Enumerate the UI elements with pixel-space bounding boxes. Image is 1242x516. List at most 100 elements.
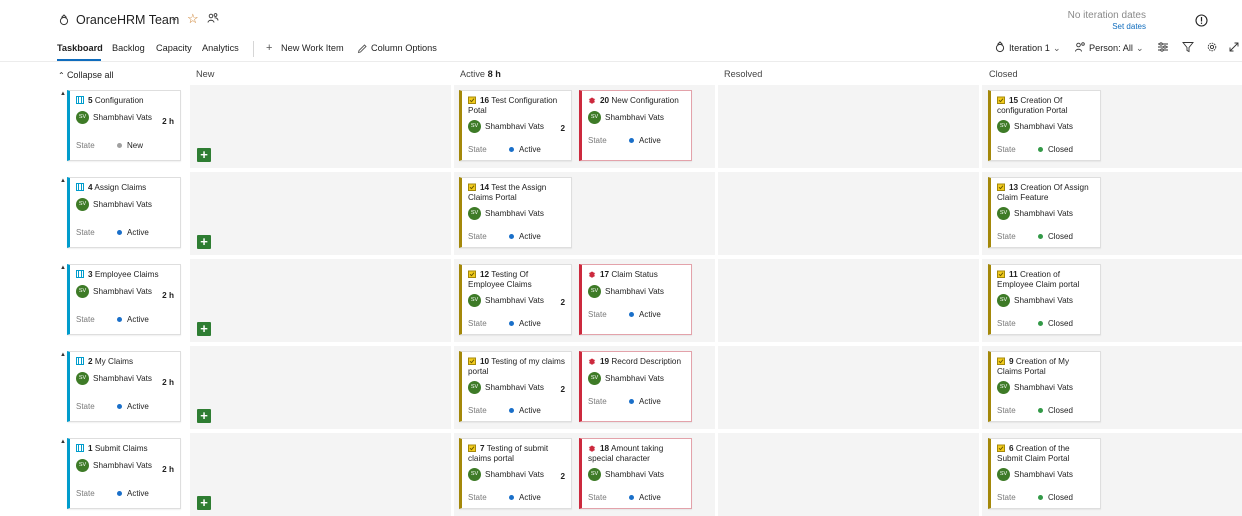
work-item-title[interactable]: Claim Status bbox=[611, 270, 657, 279]
bug-card[interactable]: 17 Claim Status SV Shambhavi Vats State Acti… bbox=[579, 264, 692, 335]
avatar[interactable]: SV bbox=[76, 198, 89, 211]
state-value[interactable]: Active bbox=[509, 145, 541, 154]
work-item-id[interactable]: 10 bbox=[480, 357, 489, 366]
bug-card[interactable]: 19 Record Description SV Shambhavi Vats Sta… bbox=[579, 351, 692, 422]
work-item-id[interactable]: 9 bbox=[1009, 357, 1014, 366]
avatar[interactable]: SV bbox=[997, 468, 1010, 481]
state-value[interactable]: Active bbox=[117, 228, 149, 237]
bug-card[interactable]: 18 Amount taking special character SV Sham… bbox=[579, 438, 692, 509]
chevron-down-icon[interactable]: ⌄ bbox=[170, 13, 178, 24]
avatar[interactable]: SV bbox=[76, 285, 89, 298]
remaining-work[interactable]: 2 h bbox=[162, 465, 174, 474]
work-item-title[interactable]: Employee Claims bbox=[95, 270, 159, 279]
assignee-name[interactable]: Shambhavi Vats bbox=[93, 200, 152, 209]
assignee-name[interactable]: Shambhavi Vats bbox=[93, 287, 152, 296]
info-icon[interactable] bbox=[1195, 14, 1208, 27]
work-item-title[interactable]: Creation Of configuration Portal bbox=[997, 96, 1068, 115]
state-value[interactable]: Closed bbox=[1038, 319, 1073, 328]
assignee-name[interactable]: Shambhavi Vats bbox=[1014, 383, 1073, 392]
assignee-name[interactable]: Shambhavi Vats bbox=[93, 113, 152, 122]
story-card[interactable]: 5 Configuration SV Shambhavi Vats 2 h State N… bbox=[67, 90, 181, 161]
collapse-row-icon[interactable]: ▲ bbox=[60, 91, 66, 97]
avatar[interactable]: SV bbox=[588, 111, 601, 124]
settings-sliders-icon[interactable] bbox=[1157, 41, 1169, 53]
state-value[interactable]: Active bbox=[509, 232, 541, 241]
state-value[interactable]: Active bbox=[509, 406, 541, 415]
add-task-button[interactable]: + bbox=[197, 409, 211, 423]
iteration-picker[interactable]: Iteration 1 bbox=[1009, 43, 1050, 53]
collapse-row-icon[interactable]: ▲ bbox=[60, 265, 66, 271]
tab-taskboard[interactable]: Taskboard bbox=[57, 43, 103, 53]
task-card[interactable]: 15 Creation Of configuration Portal SV Sha… bbox=[988, 90, 1101, 161]
assignee-name[interactable]: Shambhavi Vats bbox=[605, 113, 664, 122]
person-filter-picker[interactable]: Person: All bbox=[1089, 43, 1133, 53]
remaining-work[interactable]: 2 h bbox=[162, 291, 174, 300]
assignee-name[interactable]: Shambhavi Vats bbox=[485, 209, 544, 218]
collapse-row-icon[interactable]: ▲ bbox=[60, 352, 66, 358]
expand-icon[interactable] bbox=[1228, 41, 1240, 53]
remaining-work[interactable]: 2 bbox=[560, 472, 565, 481]
team-name[interactable]: OranceHRM Team bbox=[76, 13, 179, 27]
task-card[interactable]: 11 Creation of Employee Claim portal SV Sh… bbox=[988, 264, 1101, 335]
work-item-title[interactable]: Record Description bbox=[611, 357, 681, 366]
column-options-button[interactable]: Column Options bbox=[371, 43, 437, 53]
assignee-name[interactable]: Shambhavi Vats bbox=[1014, 209, 1073, 218]
state-value[interactable]: Closed bbox=[1038, 145, 1073, 154]
work-item-title[interactable]: Testing Of Employee Claims bbox=[468, 270, 532, 289]
avatar[interactable]: SV bbox=[468, 294, 481, 307]
work-item-id[interactable]: 19 bbox=[600, 357, 609, 366]
avatar[interactable]: SV bbox=[468, 381, 481, 394]
work-item-id[interactable]: 3 bbox=[88, 270, 93, 279]
avatar[interactable]: SV bbox=[76, 459, 89, 472]
collapse-all-button[interactable]: ⌃ Collapse all bbox=[58, 70, 113, 80]
avatar[interactable]: SV bbox=[76, 111, 89, 124]
work-item-title[interactable]: Assign Claims bbox=[94, 183, 146, 192]
work-item-id[interactable]: 5 bbox=[88, 96, 93, 105]
tab-analytics[interactable]: Analytics bbox=[202, 43, 239, 53]
task-card[interactable]: 13 Creation Of Assign Claim Feature SV Sha… bbox=[988, 177, 1101, 248]
avatar[interactable]: SV bbox=[997, 294, 1010, 307]
story-card[interactable]: 4 Assign Claims SV Shambhavi Vats State Acti… bbox=[67, 177, 181, 248]
work-item-id[interactable]: 4 bbox=[88, 183, 93, 192]
assignee-name[interactable]: Shambhavi Vats bbox=[93, 461, 152, 470]
chevron-down-icon[interactable]: ⌄ bbox=[1136, 43, 1144, 54]
work-item-id[interactable]: 20 bbox=[600, 96, 609, 105]
work-item-id[interactable]: 1 bbox=[88, 444, 93, 453]
state-value[interactable]: Active bbox=[117, 402, 149, 411]
bug-card[interactable]: 20 New Configuration SV Shambhavi Vats Stat… bbox=[579, 90, 692, 161]
work-item-title[interactable]: My Claims bbox=[95, 357, 133, 366]
task-card[interactable]: 12 Testing Of Employee Claims SV Shambhavi… bbox=[459, 264, 572, 335]
assignee-name[interactable]: Shambhavi Vats bbox=[485, 383, 544, 392]
work-item-title[interactable]: Submit Claims bbox=[95, 444, 148, 453]
story-card[interactable]: 1 Submit Claims SV Shambhavi Vats 2 h State A… bbox=[67, 438, 181, 509]
state-value[interactable]: Closed bbox=[1038, 232, 1073, 241]
remaining-work[interactable]: 2 bbox=[560, 385, 565, 394]
assignee-name[interactable]: Shambhavi Vats bbox=[485, 122, 544, 131]
add-task-button[interactable]: + bbox=[197, 496, 211, 510]
task-card[interactable]: 10 Testing of my claims portal SV Shambhav… bbox=[459, 351, 572, 422]
avatar[interactable]: SV bbox=[468, 207, 481, 220]
work-item-id[interactable]: 7 bbox=[480, 444, 485, 453]
work-item-title[interactable]: New Configuration bbox=[611, 96, 678, 105]
chevron-down-icon[interactable]: ⌄ bbox=[1053, 43, 1061, 54]
state-value[interactable]: Active bbox=[117, 315, 149, 324]
work-item-id[interactable]: 17 bbox=[600, 270, 609, 279]
avatar[interactable]: SV bbox=[588, 468, 601, 481]
work-item-title[interactable]: Configuration bbox=[95, 96, 144, 105]
add-task-button[interactable]: + bbox=[197, 322, 211, 336]
work-item-id[interactable]: 11 bbox=[1009, 270, 1018, 279]
task-card[interactable]: 14 Test the Assign Claims Portal SV Shambh… bbox=[459, 177, 572, 248]
assignee-name[interactable]: Shambhavi Vats bbox=[605, 287, 664, 296]
remaining-work[interactable]: 2 bbox=[560, 298, 565, 307]
tab-capacity[interactable]: Capacity bbox=[156, 43, 192, 53]
assignee-name[interactable]: Shambhavi Vats bbox=[93, 374, 152, 383]
assignee-name[interactable]: Shambhavi Vats bbox=[1014, 122, 1073, 131]
assignee-name[interactable]: Shambhavi Vats bbox=[1014, 296, 1073, 305]
state-value[interactable]: Active bbox=[629, 493, 661, 502]
state-value[interactable]: Closed bbox=[1038, 406, 1073, 415]
state-value[interactable]: Active bbox=[629, 136, 661, 145]
assignee-name[interactable]: Shambhavi Vats bbox=[605, 470, 664, 479]
work-item-id[interactable]: 13 bbox=[1009, 183, 1018, 192]
add-task-button[interactable]: + bbox=[197, 235, 211, 249]
people-icon[interactable] bbox=[207, 12, 219, 24]
